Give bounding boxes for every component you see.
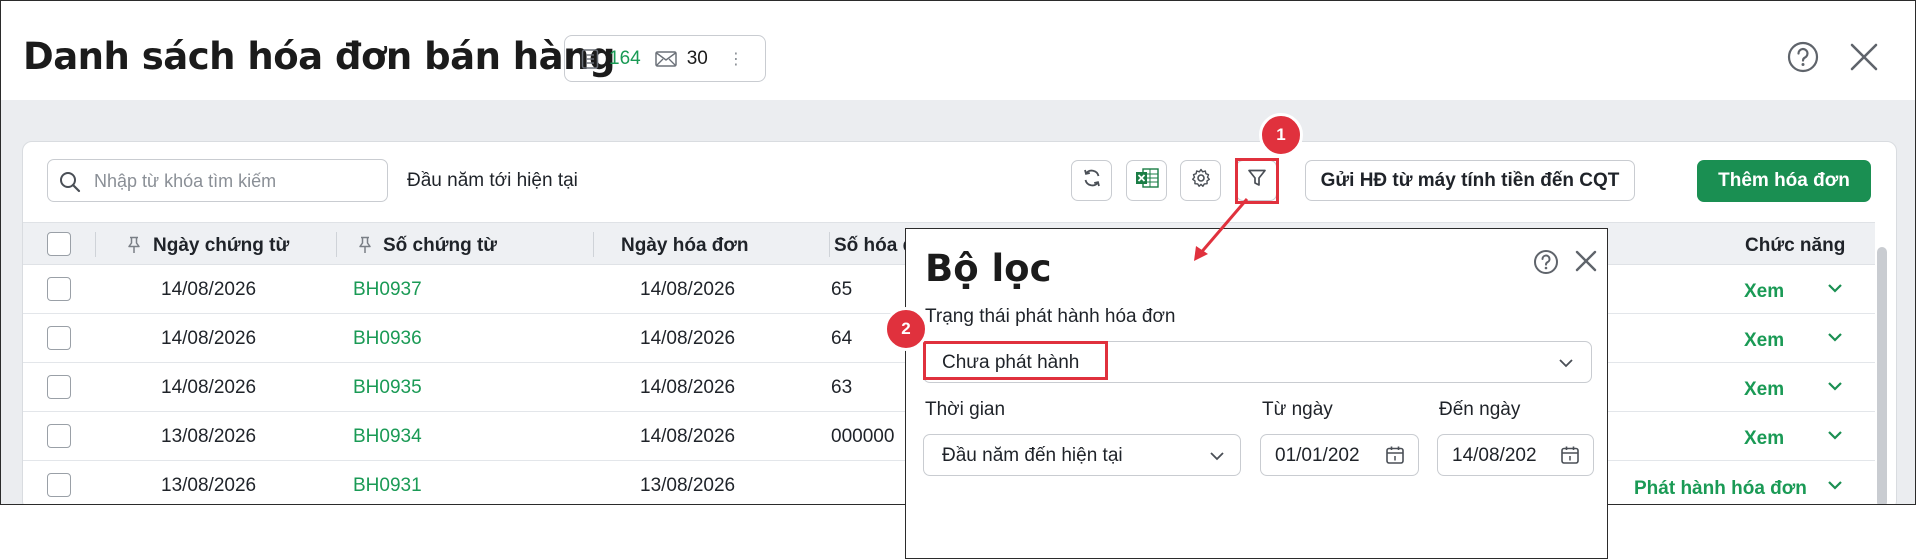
- chevron-down-icon: [1558, 356, 1574, 374]
- filter-panel: Bộ lọc Trạng thái phát hành hóa đơn Chưa…: [905, 228, 1608, 559]
- refresh-button[interactable]: [1071, 160, 1112, 201]
- close-icon[interactable]: [1848, 41, 1880, 78]
- row-checkbox[interactable]: [47, 473, 71, 497]
- doc-date: 14/08/2026: [161, 328, 257, 349]
- doc-no-link[interactable]: BH0931: [353, 475, 422, 497]
- select-all-checkbox[interactable]: [47, 232, 71, 256]
- view-action[interactable]: Xem: [1744, 281, 1784, 303]
- col-invoice-no[interactable]: Số hóa đ: [834, 235, 914, 257]
- view-action[interactable]: Xem: [1744, 379, 1784, 401]
- invoice-date: 14/08/2026: [640, 328, 736, 349]
- col-actions: Chức năng: [1745, 235, 1846, 256]
- to-date-value: 14/08/202: [1452, 445, 1537, 466]
- column-divider: [829, 232, 830, 257]
- time-select[interactable]: Đầu năm đến hiện tại: [923, 434, 1241, 476]
- column-divider: [336, 232, 337, 257]
- col-doc-date[interactable]: Ngày chứng từ: [153, 235, 289, 257]
- column-divider: [95, 232, 96, 257]
- search-box[interactable]: [47, 159, 388, 202]
- send-to-tax-authority-button[interactable]: Gửi HĐ từ máy tính tiền đến CQT: [1305, 160, 1635, 201]
- doc-date: 13/08/2026: [161, 426, 257, 447]
- chevron-down-icon[interactable]: [1827, 428, 1843, 446]
- vertical-scrollbar[interactable]: [1877, 247, 1887, 504]
- row-checkbox[interactable]: [47, 277, 71, 301]
- chevron-down-icon: [1209, 449, 1225, 467]
- doc-no-link[interactable]: BH0936: [353, 328, 422, 350]
- close-icon[interactable]: [1574, 249, 1598, 278]
- invoice-no: 63: [831, 377, 853, 398]
- view-action[interactable]: Xem: [1744, 330, 1784, 352]
- step-badge-2: 2: [884, 307, 928, 351]
- invoice-date: 14/08/2026: [640, 377, 736, 398]
- doc-date: 14/08/2026: [161, 279, 257, 300]
- gear-icon: [1191, 168, 1211, 193]
- count-summary: 164 30 ⋮: [564, 35, 766, 82]
- from-date-label: Từ ngày: [1262, 399, 1333, 420]
- help-icon[interactable]: [1787, 41, 1819, 78]
- chevron-down-icon[interactable]: [1827, 281, 1843, 299]
- invoice-date: 13/08/2026: [640, 475, 736, 496]
- refresh-icon: [1082, 168, 1102, 193]
- time-label: Thời gian: [925, 399, 1006, 420]
- add-invoice-button[interactable]: Thêm hóa đơn: [1697, 160, 1871, 202]
- period-label[interactable]: Đầu năm tới hiện tại: [407, 170, 578, 192]
- invoice-no: 65: [831, 279, 853, 300]
- status-value-highlight: [923, 341, 1108, 380]
- step-badge-1: 1: [1259, 113, 1303, 157]
- search-icon: [59, 171, 81, 198]
- excel-export-button[interactable]: [1126, 160, 1167, 201]
- doc-no-link[interactable]: BH0937: [353, 279, 422, 301]
- doc-date: 14/08/2026: [161, 377, 257, 398]
- col-invoice-date[interactable]: Ngày hóa đơn: [621, 235, 749, 257]
- to-date-label: Đến ngày: [1439, 399, 1521, 420]
- invoice-no: 000000: [831, 426, 895, 447]
- issue-invoice-action[interactable]: Phát hành hóa đơn: [1634, 478, 1807, 500]
- document-icon: [581, 48, 599, 69]
- doc-no-link[interactable]: BH0935: [353, 377, 422, 399]
- page-title: Danh sách hóa đơn bán hàng: [23, 35, 615, 78]
- row-checkbox[interactable]: [47, 424, 71, 448]
- mail-count: 30: [686, 47, 708, 69]
- calendar-icon[interactable]: [1385, 445, 1405, 470]
- annotation-arrow: [1194, 198, 1249, 261]
- search-input[interactable]: [94, 168, 379, 194]
- chevron-down-icon[interactable]: [1827, 478, 1843, 496]
- chevron-down-icon[interactable]: [1827, 379, 1843, 397]
- excel-icon: [1135, 167, 1159, 194]
- doc-date: 13/08/2026: [161, 475, 257, 496]
- to-date-input[interactable]: 14/08/202: [1437, 434, 1594, 476]
- chevron-down-icon[interactable]: [1827, 330, 1843, 348]
- invoice-date: 14/08/2026: [640, 279, 736, 300]
- time-value: Đầu năm đến hiện tại: [942, 445, 1123, 466]
- col-doc-no[interactable]: Số chứng từ: [383, 235, 497, 257]
- header: Danh sách hóa đơn bán hàng 164 30 ⋮: [1, 1, 1915, 100]
- calendar-icon[interactable]: [1560, 445, 1580, 470]
- mail-icon: [654, 50, 677, 67]
- doc-no-link[interactable]: BH0934: [353, 426, 422, 448]
- invoice-no: 64: [831, 328, 853, 349]
- pin-icon[interactable]: [358, 236, 372, 259]
- invoice-count: 164: [609, 47, 641, 69]
- status-label: Trạng thái phát hành hóa đơn: [925, 306, 1176, 327]
- filter-panel-title: Bộ lọc: [925, 247, 1052, 290]
- invoice-date: 14/08/2026: [640, 426, 736, 447]
- from-date-input[interactable]: 01/01/202: [1260, 434, 1419, 476]
- view-action[interactable]: Xem: [1744, 428, 1784, 450]
- row-checkbox[interactable]: [47, 326, 71, 350]
- pin-icon[interactable]: [127, 236, 141, 259]
- row-checkbox[interactable]: [47, 375, 71, 399]
- column-divider: [593, 232, 594, 257]
- settings-button[interactable]: [1180, 160, 1221, 201]
- from-date-value: 01/01/202: [1275, 445, 1360, 466]
- more-menu-icon[interactable]: ⋮: [728, 49, 744, 69]
- help-icon[interactable]: [1533, 249, 1559, 280]
